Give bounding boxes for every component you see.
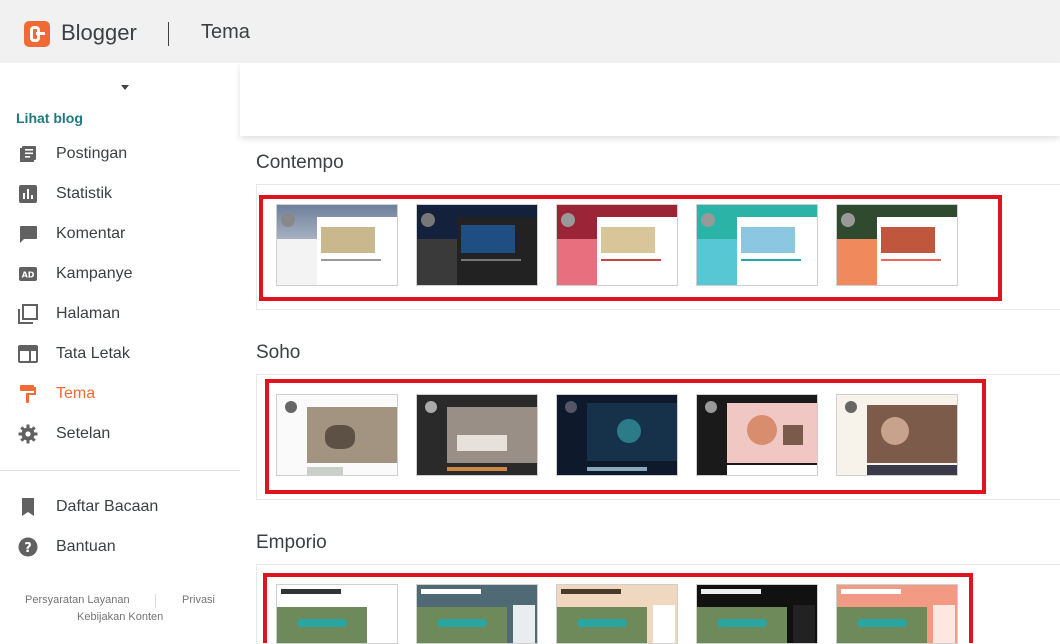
sidebar-item-label: Tata Letak — [56, 345, 130, 362]
content-header-shadow — [240, 63, 1060, 136]
svg-text:AD: AD — [22, 271, 35, 280]
view-blog-link[interactable]: Lihat blog — [16, 110, 83, 126]
theme-thumbnail-soho-cream[interactable] — [836, 394, 958, 476]
footer-divider — [155, 594, 156, 608]
privacy-link[interactable]: Privasi — [182, 594, 215, 606]
stats-icon — [19, 185, 37, 203]
sidebar-item-label: Halaman — [56, 305, 121, 322]
comment-icon — [20, 226, 37, 243]
blog-selector-dropdown-icon[interactable] — [121, 85, 129, 90]
ads-icon: AD — [19, 267, 37, 281]
svg-text:?: ? — [24, 541, 32, 556]
bookmark-icon — [22, 498, 34, 516]
theme-thumbnail-contempo-light[interactable] — [276, 204, 398, 286]
sidebar-item-label: Postingan — [56, 145, 128, 162]
theme-thumbnail-emporio-light[interactable] — [276, 584, 398, 644]
theme-thumbnail-soho-navy[interactable] — [556, 394, 678, 476]
sidebar-item-theme[interactable]: Tema — [0, 374, 240, 414]
sidebar-item-label: Statistik — [56, 185, 113, 202]
sidebar-item-label: Kampanye — [56, 265, 133, 282]
theme-thumbnail-emporio-sand[interactable] — [556, 584, 678, 644]
theme-thumbnail-soho-dark[interactable] — [416, 394, 538, 476]
sidebar-item-settings[interactable]: Setelan — [0, 414, 240, 454]
posts-icon — [20, 146, 36, 162]
sidebar-item-pages[interactable]: Halaman — [0, 294, 240, 334]
sidebar-item-label: Tema — [56, 385, 96, 402]
theme-thumbnail-emporio-slate[interactable] — [416, 584, 538, 644]
theme-thumbnail-contempo-coral[interactable] — [836, 204, 958, 286]
sidebar-item-layout[interactable]: Tata Letak — [0, 334, 240, 374]
theme-thumbnail-emporio-dark[interactable] — [696, 584, 818, 644]
content-policy-link[interactable]: Kebijakan Konten — [77, 611, 163, 623]
theme-group-title-contempo: Contempo — [256, 152, 344, 173]
sidebar-item-stats[interactable]: Statistik — [0, 174, 240, 214]
blogger-logo-icon[interactable] — [24, 21, 50, 47]
theme-icon — [20, 385, 36, 403]
sidebar-item-posts[interactable]: Postingan — [0, 134, 240, 174]
sidebar-item-label: Komentar — [56, 225, 126, 242]
theme-thumbnail-contempo-aqua[interactable] — [696, 204, 818, 286]
pages-icon — [18, 304, 38, 324]
sidebar-item-comments[interactable]: Komentar — [0, 214, 240, 254]
theme-thumbnail-contempo-dark[interactable] — [416, 204, 538, 286]
top-bar: Blogger Tema — [0, 0, 1060, 63]
theme-group-title-soho: Soho — [256, 342, 301, 363]
theme-thumbnail-contempo-pink[interactable] — [556, 204, 678, 286]
page-title: Tema — [201, 21, 250, 43]
sidebar-item-campaigns[interactable]: AD Kampanye — [0, 254, 240, 294]
gear-icon — [18, 424, 38, 444]
brand-name[interactable]: Blogger — [61, 20, 137, 46]
layout-icon — [18, 345, 38, 363]
sidebar-item-reading-list[interactable]: Daftar Bacaan — [0, 487, 240, 527]
help-icon: ? — [18, 537, 38, 557]
theme-thumbnail-soho-light[interactable] — [276, 394, 398, 476]
sidebar-divider — [0, 470, 240, 471]
theme-thumbnail-soho-rose[interactable] — [696, 394, 818, 476]
terms-link[interactable]: Persyaratan Layanan — [25, 594, 130, 606]
sidebar-item-label: Bantuan — [56, 538, 116, 555]
theme-thumbnail-emporio-coral[interactable] — [836, 584, 958, 644]
theme-group-title-emporio: Emporio — [256, 532, 327, 553]
sidebar-item-label: Daftar Bacaan — [56, 498, 159, 515]
sidebar-item-help[interactable]: ? Bantuan — [0, 527, 240, 567]
header-divider — [168, 22, 169, 46]
sidebar-item-label: Setelan — [56, 425, 111, 442]
